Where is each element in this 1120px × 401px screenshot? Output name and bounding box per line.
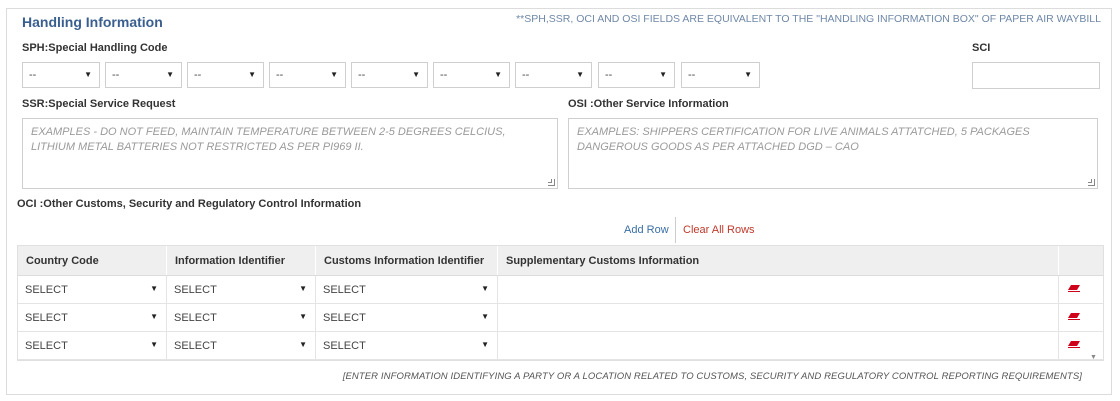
- eraser-delete-icon: [1068, 285, 1080, 292]
- clear-all-rows-link[interactable]: Clear All Rows: [683, 224, 755, 236]
- caret-down-icon: ▼: [84, 70, 92, 79]
- sph-select-3[interactable]: -- ▼: [187, 62, 264, 88]
- table-row: SELECT ▼ SELECT ▼ SELECT ▼: [18, 304, 1103, 332]
- scroll-down-icon[interactable]: ▼: [1090, 354, 1097, 361]
- oci-footnote: [ENTER INFORMATION IDENTIFYING A PARTY O…: [342, 371, 1082, 382]
- resize-handle-icon[interactable]: [1088, 179, 1095, 186]
- country-code-select[interactable]: SELECT ▼: [18, 304, 167, 331]
- customs-information-identifier-select[interactable]: SELECT ▼: [316, 276, 498, 303]
- ssr-placeholder: EXAMPLES - DO NOT FEED, MAINTAIN TEMPERA…: [31, 126, 506, 153]
- sph-label: SPH:Special Handling Code: [22, 42, 168, 54]
- caret-down-icon: ▼: [150, 284, 158, 293]
- osi-placeholder: EXAMPLES: SHIPPERS CERTIFICATION FOR LIV…: [577, 126, 1030, 153]
- ssr-label: SSR:Special Service Request: [22, 98, 176, 110]
- delete-row-button[interactable]: [1059, 304, 1091, 331]
- caret-down-icon: ▼: [248, 70, 256, 79]
- column-header-information-identifier: Information Identifier: [167, 246, 316, 275]
- information-identifier-select[interactable]: SELECT ▼: [167, 276, 316, 303]
- caret-down-icon: ▼: [166, 70, 174, 79]
- eraser-delete-icon: [1068, 313, 1080, 320]
- column-header-customs-information-identifier: Customs Information Identifier: [316, 246, 498, 275]
- caret-down-icon: ▼: [412, 70, 420, 79]
- country-code-select[interactable]: SELECT ▼: [18, 332, 167, 359]
- add-row-link[interactable]: Add Row: [624, 224, 669, 236]
- awb-equivalence-notice: **SPH,SSR, OCI AND OSI FIELDS ARE EQUIVA…: [516, 13, 1101, 25]
- column-header-country-code: Country Code: [18, 246, 167, 275]
- supplementary-customs-information-input[interactable]: [498, 332, 1059, 359]
- caret-down-icon: ▼: [330, 70, 338, 79]
- sph-select-9[interactable]: -- ▼: [681, 62, 760, 88]
- handling-information-panel: Handling Information **SPH,SSR, OCI AND …: [6, 8, 1112, 395]
- caret-down-icon: ▼: [150, 312, 158, 321]
- caret-down-icon: ▼: [494, 70, 502, 79]
- supplementary-customs-information-input[interactable]: [498, 304, 1059, 331]
- caret-down-icon: ▼: [659, 70, 667, 79]
- caret-down-icon: ▼: [576, 70, 584, 79]
- column-header-supplementary-customs-information: Supplementary Customs Information: [498, 246, 1059, 275]
- table-header: Country Code Information Identifier Cust…: [18, 246, 1103, 276]
- oci-table: Country Code Information Identifier Cust…: [17, 245, 1104, 361]
- sci-input[interactable]: [972, 62, 1100, 89]
- delete-row-button[interactable]: [1059, 332, 1091, 359]
- resize-handle-icon[interactable]: [548, 179, 555, 186]
- supplementary-customs-information-input[interactable]: [498, 276, 1059, 303]
- sph-select-2[interactable]: -- ▼: [105, 62, 182, 88]
- sph-select-7[interactable]: -- ▼: [515, 62, 592, 88]
- information-identifier-select[interactable]: SELECT ▼: [167, 332, 316, 359]
- oci-label: OCI :Other Customs, Security and Regulat…: [17, 198, 362, 210]
- column-header-actions: [1059, 246, 1091, 275]
- link-divider: [675, 217, 676, 243]
- section-title: Handling Information: [22, 14, 163, 30]
- caret-down-icon: ▼: [481, 284, 489, 293]
- osi-textarea[interactable]: EXAMPLES: SHIPPERS CERTIFICATION FOR LIV…: [568, 118, 1098, 189]
- caret-down-icon: ▼: [481, 340, 489, 349]
- country-code-select[interactable]: SELECT ▼: [18, 276, 167, 303]
- sph-select-4[interactable]: -- ▼: [269, 62, 346, 88]
- sph-select-6[interactable]: -- ▼: [433, 62, 510, 88]
- eraser-delete-icon: [1068, 341, 1080, 348]
- caret-down-icon: ▼: [481, 312, 489, 321]
- caret-down-icon: ▼: [299, 284, 307, 293]
- table-row: SELECT ▼ SELECT ▼ SELECT ▼: [18, 276, 1103, 304]
- delete-row-button[interactable]: [1059, 276, 1091, 303]
- table-row: SELECT ▼ SELECT ▼ SELECT ▼: [18, 332, 1103, 360]
- ssr-textarea[interactable]: EXAMPLES - DO NOT FEED, MAINTAIN TEMPERA…: [22, 118, 558, 189]
- caret-down-icon: ▼: [744, 70, 752, 79]
- information-identifier-select[interactable]: SELECT ▼: [167, 304, 316, 331]
- caret-down-icon: ▼: [150, 340, 158, 349]
- sph-select-5[interactable]: -- ▼: [351, 62, 428, 88]
- caret-down-icon: ▼: [299, 340, 307, 349]
- sci-label: SCI: [972, 42, 991, 54]
- osi-label: OSI :Other Service Information: [568, 98, 729, 110]
- caret-down-icon: ▼: [299, 312, 307, 321]
- sph-select-8[interactable]: -- ▼: [598, 62, 675, 88]
- sph-select-1[interactable]: -- ▼: [22, 62, 100, 88]
- customs-information-identifier-select[interactable]: SELECT ▼: [316, 332, 498, 359]
- customs-information-identifier-select[interactable]: SELECT ▼: [316, 304, 498, 331]
